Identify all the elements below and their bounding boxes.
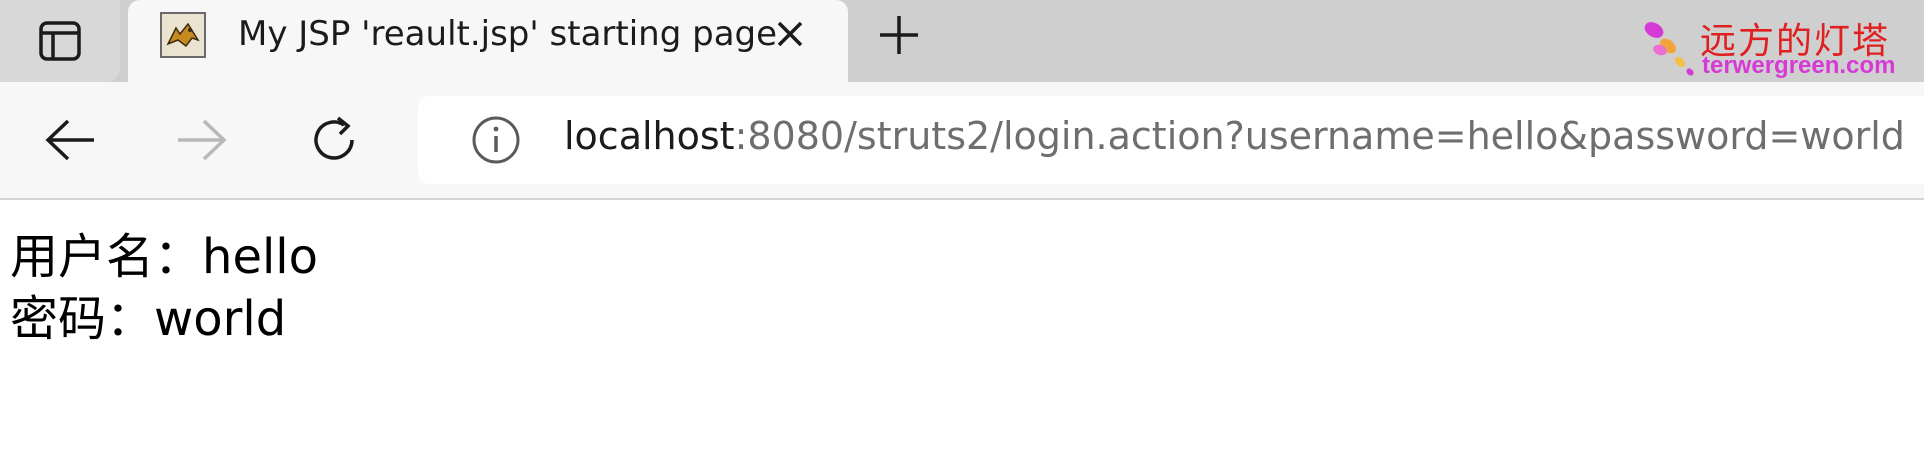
site-info-button[interactable] — [470, 114, 522, 166]
tab-strip: My JSP 'reault.jsp' starting page 远方的灯塔 … — [0, 0, 1924, 84]
watermark-logo: 远方的灯塔 terwergreen.com — [1640, 16, 1920, 82]
tab-active[interactable]: My JSP 'reault.jsp' starting page — [128, 0, 848, 84]
forward-button[interactable] — [170, 108, 234, 172]
username-value: hello — [202, 229, 319, 285]
watermark-feather-icon — [1644, 22, 1694, 76]
tab-close-button[interactable] — [768, 12, 812, 56]
info-icon — [472, 116, 520, 164]
forward-arrow-icon — [178, 119, 227, 161]
plus-icon — [880, 16, 918, 54]
navigation-toolbar: localhost:8080/struts2/login.action?user… — [0, 82, 1924, 200]
back-arrow-icon — [45, 119, 94, 161]
url-path: :8080/struts2/login.action?username=hell… — [734, 114, 1905, 158]
password-value: world — [154, 291, 287, 347]
refresh-icon — [314, 116, 354, 160]
new-tab-button[interactable] — [874, 10, 924, 60]
page-content: 用户名：hello 密码：world — [10, 226, 318, 350]
watermark-subtitle: terwergreen.com — [1702, 52, 1896, 79]
url-text[interactable]: localhost:8080/struts2/login.action?user… — [564, 114, 1905, 158]
url-host: localhost — [564, 114, 735, 158]
password-label: 密码： — [10, 291, 155, 347]
tab-title: My JSP 'reault.jsp' starting page — [238, 14, 778, 54]
tab-actions-icon — [39, 21, 81, 61]
username-label: 用户名： — [10, 229, 203, 285]
tomcat-icon — [160, 12, 206, 58]
close-icon — [777, 21, 803, 47]
username-line: 用户名：hello — [10, 226, 318, 288]
address-bar[interactable]: localhost:8080/struts2/login.action?user… — [418, 96, 1924, 184]
tab-actions-button[interactable] — [0, 0, 120, 82]
back-button[interactable] — [38, 108, 102, 172]
refresh-button[interactable] — [302, 108, 366, 172]
password-line: 密码：world — [10, 288, 318, 350]
